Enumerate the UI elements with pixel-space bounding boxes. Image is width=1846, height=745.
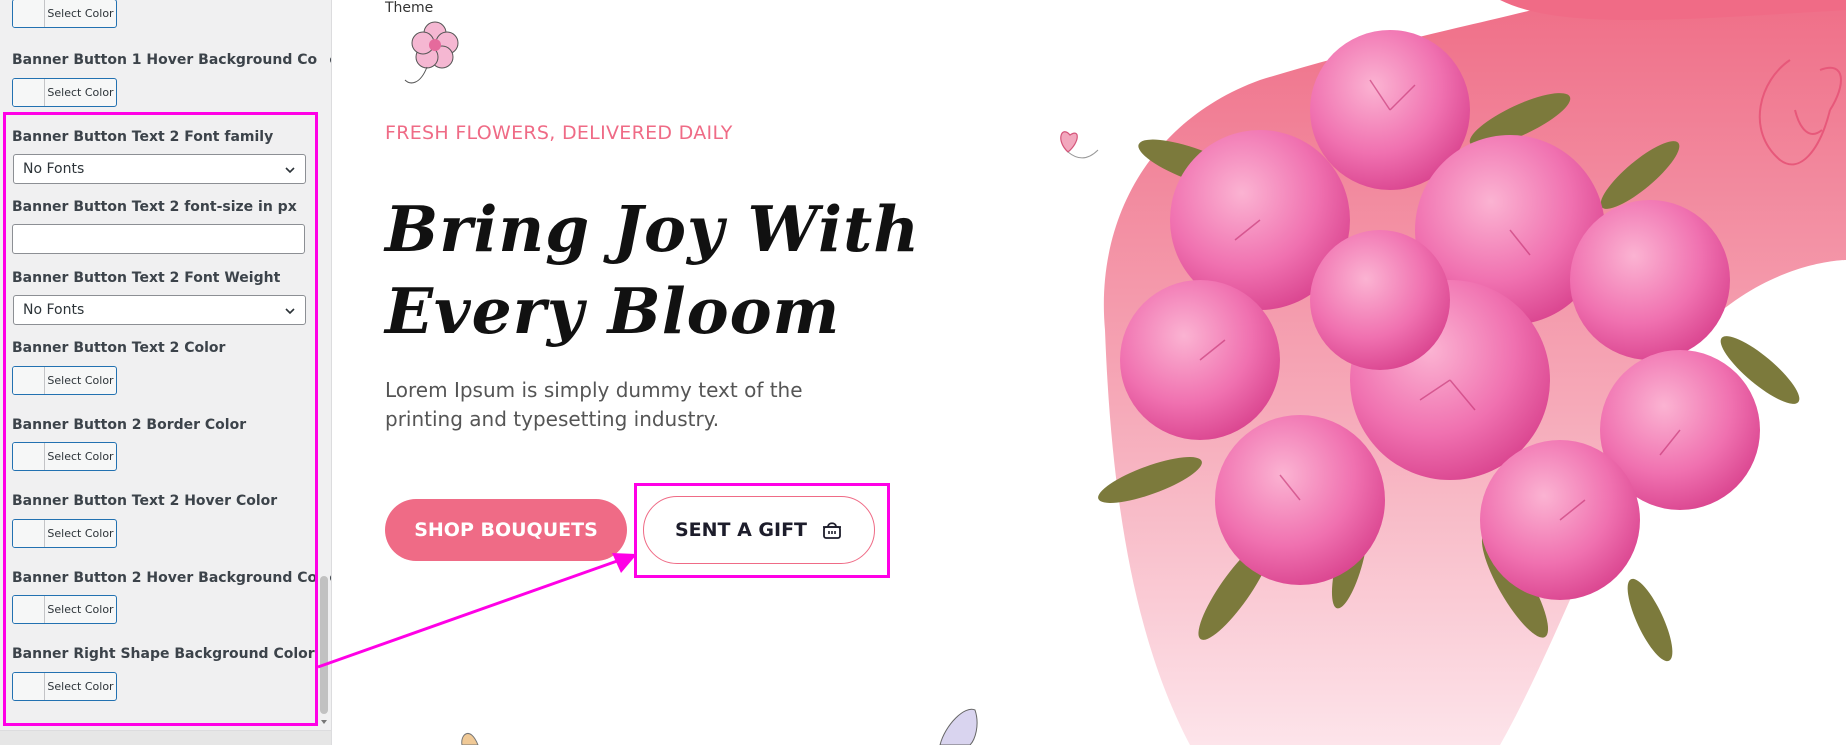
annotation-arrow	[317, 553, 637, 669]
